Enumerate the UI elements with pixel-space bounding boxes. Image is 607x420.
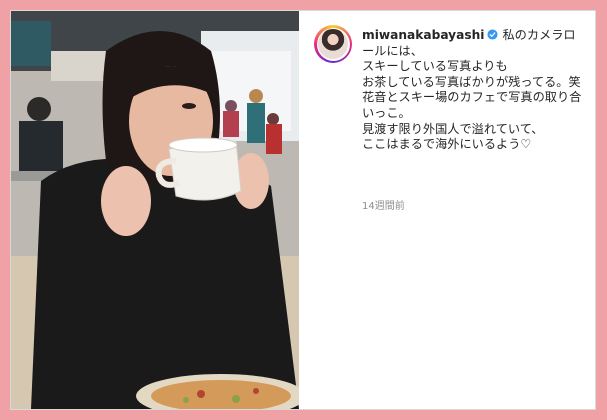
- caption-text: 私のカメラロールには、 スキーしている写真よりも お茶している写真ばかりが残って…: [362, 28, 582, 152]
- post-caption: miwanakabayashi 私のカメラロールには、 スキーしている写真よりも …: [362, 28, 587, 153]
- post-timestamp[interactable]: 14週間前: [362, 197, 405, 212]
- caption-panel: miwanakabayashi 私のカメラロールには、 スキーしている写真よりも …: [300, 11, 595, 409]
- post-photo: [11, 11, 299, 409]
- username-link[interactable]: miwanakabayashi: [362, 28, 484, 42]
- profile-avatar[interactable]: [314, 25, 352, 63]
- avatar-photo: [318, 29, 348, 59]
- verified-badge-icon: [487, 29, 498, 40]
- post-photo-illustration: [11, 11, 299, 409]
- decorative-frame: miwanakabayashi 私のカメラロールには、 スキーしている写真よりも …: [0, 0, 607, 420]
- post-card: miwanakabayashi 私のカメラロールには、 スキーしている写真よりも …: [10, 10, 596, 410]
